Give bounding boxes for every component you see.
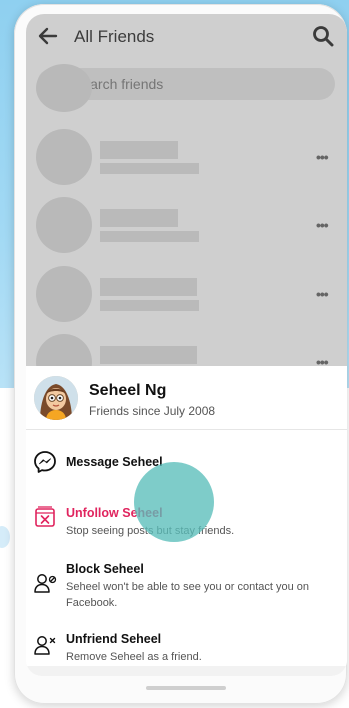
sheet-profile-header: Seheel Ng Friends since July 2008	[26, 366, 347, 430]
home-indicator	[146, 686, 226, 690]
message-option-label: Message Seheel	[66, 455, 163, 469]
unfriend-option[interactable]: Unfriend Seheel Remove Seheel as a frien…	[26, 628, 347, 668]
block-option[interactable]: Block Seheel Seheel won't be able to see…	[26, 558, 347, 618]
avatar	[34, 376, 78, 420]
system-nav-bar	[26, 666, 347, 676]
phone-screen: All Friends Search friends ••• ••• ••• •…	[26, 14, 347, 676]
block-option-label: Block Seheel	[66, 562, 144, 576]
tap-indicator	[134, 462, 214, 542]
dim-overlay[interactable]	[26, 14, 347, 366]
messenger-icon	[34, 451, 56, 473]
friends-since-text: Friends since July 2008	[89, 404, 216, 418]
unfriend-option-description: Remove Seheel as a friend.	[66, 651, 202, 663]
friend-name: Seheel Ng	[89, 382, 167, 399]
block-user-icon	[34, 574, 57, 593]
unfollow-icon	[35, 506, 55, 527]
block-option-description: Seheel won't be able to see you or conta…	[66, 581, 310, 609]
unfriend-option-label: Unfriend Seheel	[66, 632, 162, 646]
unfriend-icon	[34, 636, 56, 655]
bitmoji-avatar-icon	[34, 376, 78, 420]
